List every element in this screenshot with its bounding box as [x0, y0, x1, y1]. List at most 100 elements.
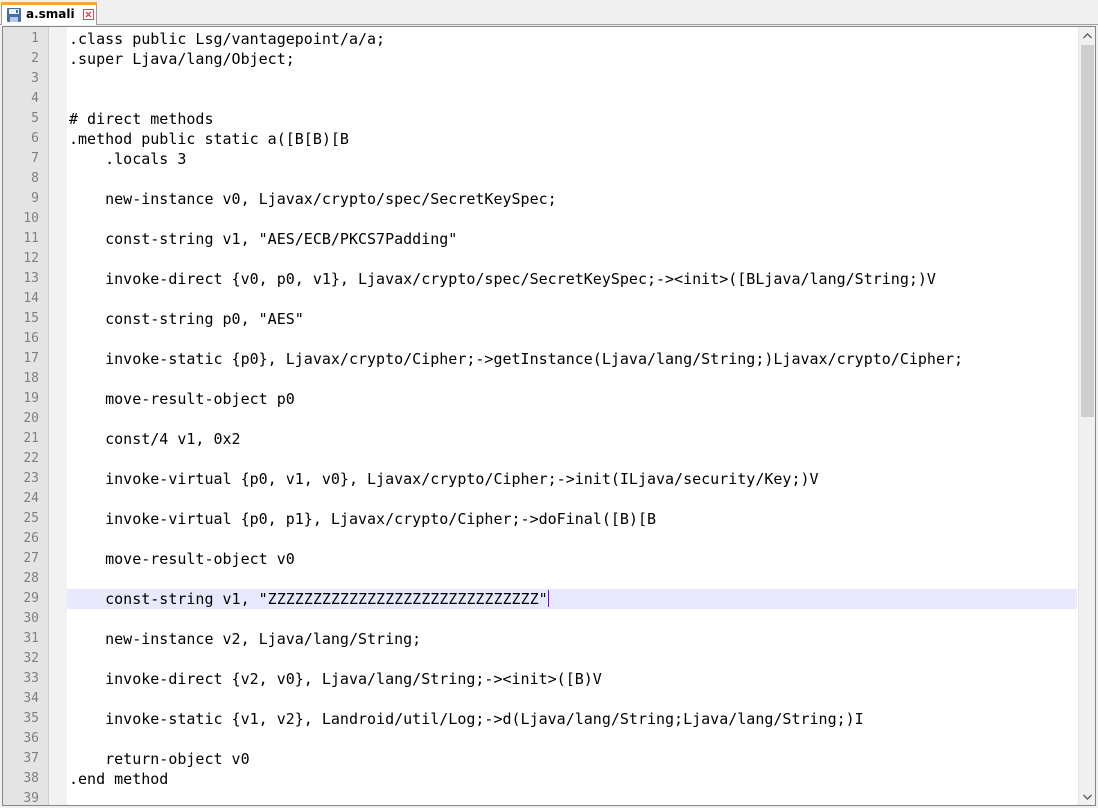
code-text: .method public static a([B[B)[B — [69, 130, 349, 148]
code-line[interactable]: 5 # direct methods — [3, 109, 1077, 129]
line-number: 34 — [23, 691, 39, 706]
code-line[interactable]: 25 invoke-virtual {p0, p1}, Ljavax/crypt… — [3, 509, 1077, 529]
code-line[interactable]: 31 new-instance v2, Ljava/lang/String; — [3, 629, 1077, 649]
save-icon — [7, 8, 21, 22]
code-line[interactable]: 2 .super Ljava/lang/Object; — [3, 49, 1077, 69]
code-line[interactable]: 8 — [3, 169, 1077, 189]
code-line[interactable]: 38 .end method — [3, 769, 1077, 789]
code-line[interactable]: 14 — [3, 289, 1077, 309]
line-number: 18 — [23, 371, 39, 386]
code-text: move-result-object p0 — [69, 390, 295, 408]
code-line[interactable]: 1 .class public Lsg/vantagepoint/a/a; — [3, 29, 1077, 49]
line-number: 19 — [23, 391, 39, 406]
line-number: 33 — [23, 671, 39, 686]
code-line[interactable]: 32 — [3, 649, 1077, 669]
tab-a-smali[interactable]: a.smali — [1, 2, 97, 25]
line-number: 2 — [31, 51, 39, 66]
code-line[interactable]: 19 move-result-object p0 — [3, 389, 1077, 409]
code-text: .super Ljava/lang/Object; — [69, 50, 295, 68]
code-text: const-string p0, "AES" — [69, 310, 304, 328]
code-line[interactable]: 28 — [3, 569, 1077, 589]
code-line[interactable]: 7 .locals 3 — [3, 149, 1077, 169]
code-line[interactable]: 6 .method public static a([B[B)[B — [3, 129, 1077, 149]
code-line[interactable]: 9 new-instance v0, Ljavax/crypto/spec/Se… — [3, 189, 1077, 209]
code-line[interactable]: 16 — [3, 329, 1077, 349]
code-line[interactable]: 34 — [3, 689, 1077, 709]
code-line[interactable]: 15 const-string p0, "AES" — [3, 309, 1077, 329]
code-text: const-string v1, "AES/ECB/PKCS7Padding" — [69, 230, 458, 248]
line-number: 31 — [23, 631, 39, 646]
code-line[interactable]: 20 — [3, 409, 1077, 429]
line-number: 28 — [23, 571, 39, 586]
code-text: invoke-static {p0}, Ljavax/crypto/Cipher… — [69, 350, 964, 368]
vertical-scrollbar[interactable] — [1078, 27, 1095, 805]
line-number: 20 — [23, 411, 39, 426]
line-number: 17 — [23, 351, 39, 366]
line-number: 38 — [23, 771, 39, 786]
line-number: 29 — [23, 591, 39, 606]
line-number: 26 — [23, 531, 39, 546]
code-text: const/4 v1, 0x2 — [69, 430, 241, 448]
line-number: 14 — [23, 291, 39, 306]
code-line[interactable]: 12 — [3, 249, 1077, 269]
code-line[interactable]: 21 const/4 v1, 0x2 — [3, 429, 1077, 449]
line-number: 21 — [23, 431, 39, 446]
line-number: 23 — [23, 471, 39, 486]
code-line[interactable]: 24 — [3, 489, 1077, 509]
code-line[interactable]: 13 invoke-direct {v0, p0, v1}, Ljavax/cr… — [3, 269, 1077, 289]
code-line[interactable]: 18 — [3, 369, 1077, 389]
code-line[interactable]: 29 const-string v1, "ZZZZZZZZZZZZZZZZZZZ… — [3, 589, 1077, 609]
close-icon[interactable] — [83, 9, 94, 20]
scroll-down-button[interactable] — [1079, 788, 1095, 805]
scroll-up-button[interactable] — [1079, 27, 1095, 44]
code-text: invoke-direct {v2, v0}, Ljava/lang/Strin… — [69, 670, 602, 688]
code-line[interactable]: 35 invoke-static {v1, v2}, Landroid/util… — [3, 709, 1077, 729]
line-number: 3 — [31, 71, 39, 86]
code-line[interactable]: 30 — [3, 609, 1077, 629]
line-number: 16 — [23, 331, 39, 346]
line-number: 36 — [23, 731, 39, 746]
code-line[interactable]: 22 — [3, 449, 1077, 469]
code-text: invoke-virtual {p0, p1}, Ljavax/crypto/C… — [69, 510, 656, 528]
code-text: invoke-static {v1, v2}, Landroid/util/Lo… — [69, 710, 864, 728]
code-line[interactable]: 23 invoke-virtual {p0, v1, v0}, Ljavax/c… — [3, 469, 1077, 489]
code-editor[interactable]: 1 .class public Lsg/vantagepoint/a/a; 2 .su… — [2, 26, 1096, 806]
line-number: 30 — [23, 611, 39, 626]
code-line[interactable]: 33 invoke-direct {v2, v0}, Ljava/lang/St… — [3, 669, 1077, 689]
line-number: 39 — [23, 791, 39, 806]
code-line[interactable]: 4 — [3, 89, 1077, 109]
code-line[interactable]: 26 — [3, 529, 1077, 549]
code-text: return-object v0 — [69, 750, 250, 768]
line-number: 25 — [23, 511, 39, 526]
code-text: .end method — [69, 770, 169, 788]
tab-bar: a.smali — [0, 0, 1098, 25]
code-line[interactable]: 27 move-result-object v0 — [3, 549, 1077, 569]
code-line[interactable]: 17 invoke-static {p0}, Ljavax/crypto/Cip… — [3, 349, 1077, 369]
code-line[interactable]: 39 — [3, 789, 1077, 806]
code-text: new-instance v0, Ljavax/crypto/spec/Secr… — [69, 190, 557, 208]
tab-label: a.smali — [26, 7, 75, 21]
line-number: 7 — [31, 151, 39, 166]
scrollbar-thumb[interactable] — [1081, 45, 1094, 417]
code-line[interactable]: 37 return-object v0 — [3, 749, 1077, 769]
code-line[interactable]: 10 — [3, 209, 1077, 229]
code-text: const-string v1, "ZZZZZZZZZZZZZZZZZZZZZZ… — [67, 589, 1077, 609]
code-line[interactable]: 36 — [3, 729, 1077, 749]
line-number: 4 — [31, 91, 39, 106]
code-line[interactable]: 11 const-string v1, "AES/ECB/PKCS7Paddin… — [3, 229, 1077, 249]
code-line[interactable]: 3 — [3, 69, 1077, 89]
